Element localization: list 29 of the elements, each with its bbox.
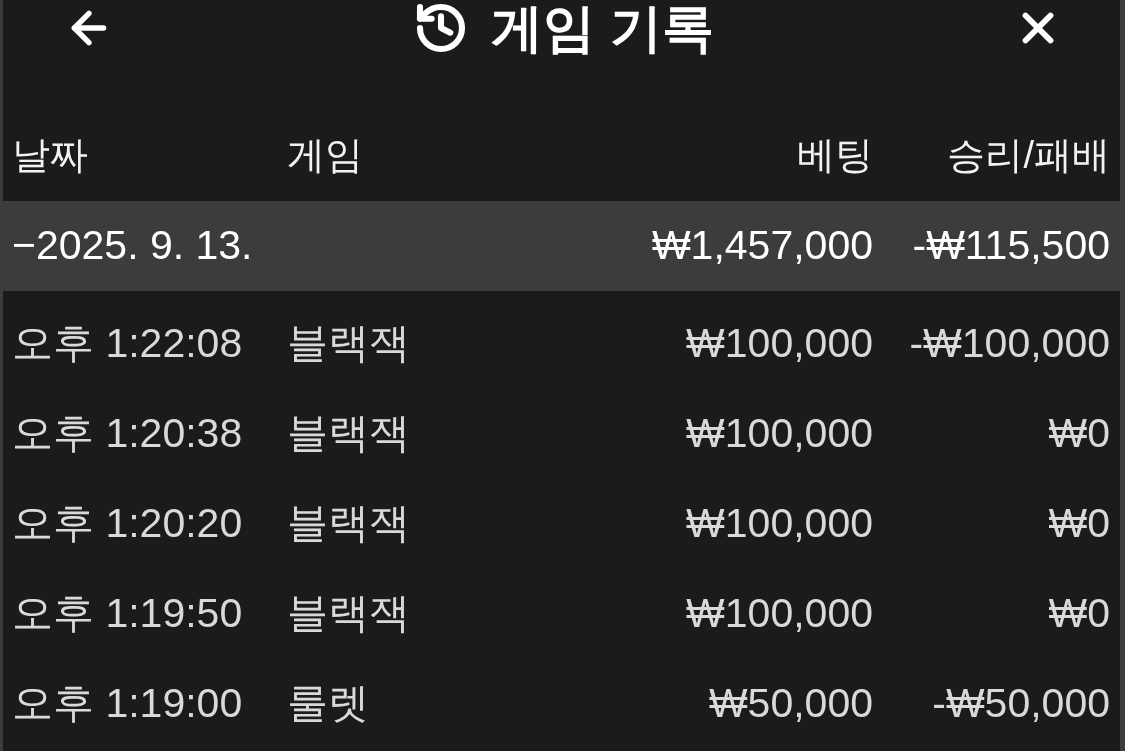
table-cell-text: 오후 1:19:00 [12, 679, 243, 729]
table-cell-text: ₩100,000 [686, 499, 873, 549]
table-cell-text: ₩0 [1048, 409, 1110, 459]
table-cell-text: ₩100,000 [686, 589, 873, 639]
column-header: 날짜 [12, 132, 88, 178]
table-cell-text: 블랙잭 [287, 409, 410, 459]
table-cell-text: 오후 1:20:20 [12, 499, 243, 549]
window-title: 게임 기록 [491, 2, 714, 54]
column-header: 승리/패배 [947, 132, 1110, 178]
table-cell-text: 오후 1:22:08 [12, 319, 243, 369]
group-date: −2025. 9. 13. [12, 221, 253, 271]
group-bet-total: ₩1,457,000 [651, 221, 873, 271]
table-cell-text: 오후 1:19:50 [12, 589, 243, 639]
table-cell-text: -₩50,000 [932, 679, 1110, 729]
column-header: 베팅 [797, 132, 873, 178]
table-cell-text: 블랙잭 [287, 319, 410, 369]
group-result-total: -₩115,500 [912, 221, 1110, 271]
table-cell-text: 블랙잭 [287, 589, 410, 639]
group-row[interactable]: −2025. 9. 13. ₩1,457,000 -₩115,500 [3, 201, 1120, 291]
table-cell-text: 오후 1:20:38 [12, 409, 243, 459]
table-cell-text: ₩50,000 [708, 679, 873, 729]
table-cell-text: 블랙잭 [287, 499, 410, 549]
table-cell-text: ₩0 [1048, 589, 1110, 639]
table-cell-text: ₩0 [1048, 499, 1110, 549]
column-header: 게임 [287, 132, 363, 178]
table-cell-text: -₩100,000 [909, 319, 1110, 369]
table-cell-text: ₩100,000 [686, 409, 873, 459]
table-cell-text: ₩100,000 [686, 319, 873, 369]
table-cell-text: 룰렛 [287, 679, 369, 729]
